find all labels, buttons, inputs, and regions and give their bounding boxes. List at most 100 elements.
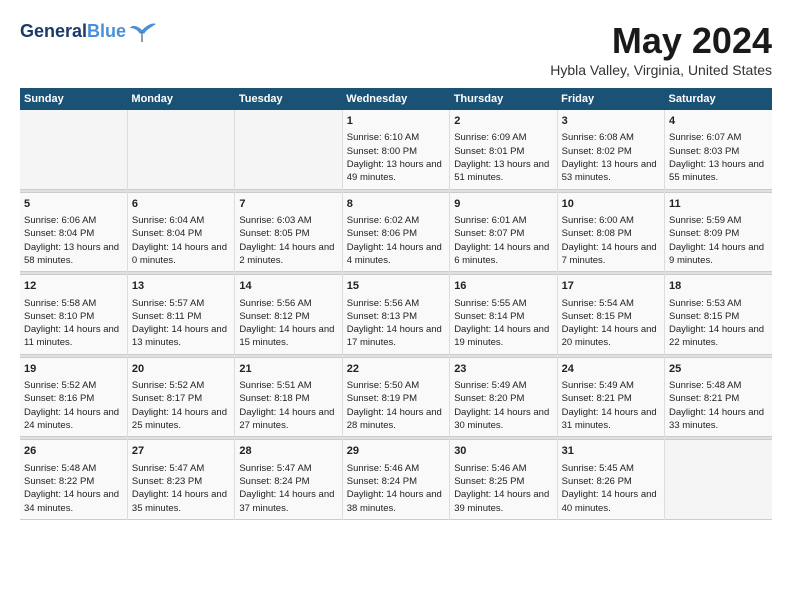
day-number: 27 [132,444,230,459]
day-number: 2 [454,114,552,129]
calendar-cell: 31Sunrise: 5:45 AMSunset: 8:26 PMDayligh… [557,440,664,520]
sunrise-text: Sunrise: 5:52 AM [24,379,123,392]
sunset-text: Sunset: 8:17 PM [132,392,230,405]
day-number: 28 [239,444,337,459]
calendar-cell: 8Sunrise: 6:02 AMSunset: 8:06 PMDaylight… [342,192,449,272]
daylight-text: Daylight: 14 hours and 2 minutes. [239,241,337,268]
sunset-text: Sunset: 8:02 PM [562,145,660,158]
sunrise-text: Sunrise: 5:48 AM [669,379,768,392]
calendar-cell: 2Sunrise: 6:09 AMSunset: 8:01 PMDaylight… [450,110,557,189]
calendar-cell: 3 Sunrise: 6:08 AMSunset: 8:02 PMDaylight… [557,110,664,189]
sunset-text: Sunset: 8:12 PM [239,310,337,323]
sunrise-text: Sunrise: 5:48 AM [24,462,123,475]
sunset-text: Sunset: 8:04 PM [132,227,230,240]
sunset-text: Sunset: 8:05 PM [239,227,337,240]
day-header-friday: Friday [557,88,664,110]
calendar-cell: 30Sunrise: 5:46 AMSunset: 8:25 PMDayligh… [450,440,557,520]
calendar-table: SundayMondayTuesdayWednesdayThursdayFrid… [20,88,772,520]
daylight-text: Daylight: 13 hours and 58 minutes. [24,241,123,268]
day-number: 17 [562,279,660,294]
week-row-3: 12Sunrise: 5:58 AMSunset: 8:10 PMDayligh… [20,275,772,355]
daylight-text: Daylight: 14 hours and 39 minutes. [454,488,552,515]
calendar-cell: 12Sunrise: 5:58 AMSunset: 8:10 PMDayligh… [20,275,127,355]
daylight-text: Daylight: 14 hours and 9 minutes. [669,241,768,268]
daylight-text: Daylight: 13 hours and 53 minutes. [562,158,660,185]
sunrise-text: Sunrise: 6:03 AM [239,214,337,227]
day-number: 26 [24,444,123,459]
calendar-cell: 23Sunrise: 5:49 AMSunset: 8:20 PMDayligh… [450,357,557,437]
calendar-cell [665,440,772,520]
day-number: 9 [454,197,552,212]
day-number: 23 [454,362,552,377]
day-number: 22 [347,362,445,377]
sunset-text: Sunset: 8:07 PM [454,227,552,240]
calendar-cell: 4 Sunrise: 6:07 AMSunset: 8:03 PMDaylight… [665,110,772,189]
sunrise-text: Sunrise: 5:52 AM [132,379,230,392]
sunset-text: Sunset: 8:14 PM [454,310,552,323]
day-header-sunday: Sunday [20,88,127,110]
daylight-text: Daylight: 14 hours and 22 minutes. [669,323,768,350]
day-number: 4 [669,114,768,129]
calendar-cell: 11Sunrise: 5:59 AMSunset: 8:09 PMDayligh… [665,192,772,272]
day-header-tuesday: Tuesday [235,88,342,110]
month-title: May 2024 [550,20,772,62]
day-number: 15 [347,279,445,294]
sunrise-text: Sunrise: 6:06 AM [24,214,123,227]
sunset-text: Sunset: 8:15 PM [669,310,768,323]
calendar-cell: 9Sunrise: 6:01 AMSunset: 8:07 PMDaylight… [450,192,557,272]
daylight-text: Daylight: 14 hours and 27 minutes. [239,406,337,433]
daylight-text: Daylight: 14 hours and 13 minutes. [132,323,230,350]
sunset-text: Sunset: 8:21 PM [669,392,768,405]
days-header-row: SundayMondayTuesdayWednesdayThursdayFrid… [20,88,772,110]
sunrise-text: Sunrise: 5:56 AM [239,297,337,310]
day-number: 31 [562,444,660,459]
week-row-4: 19Sunrise: 5:52 AMSunset: 8:16 PMDayligh… [20,357,772,437]
daylight-text: Daylight: 14 hours and 38 minutes. [347,488,445,515]
day-number: 3 [562,114,660,129]
sunrise-text: Sunrise: 5:59 AM [669,214,768,227]
sunrise-text: Sunrise: 5:58 AM [24,297,123,310]
day-header-monday: Monday [127,88,234,110]
day-number: 25 [669,362,768,377]
day-number: 18 [669,279,768,294]
day-number: 30 [454,444,552,459]
calendar-cell: 25Sunrise: 5:48 AMSunset: 8:21 PMDayligh… [665,357,772,437]
sunrise-text: Sunrise: 5:54 AM [562,297,660,310]
daylight-text: Daylight: 14 hours and 40 minutes. [562,488,660,515]
sunset-text: Sunset: 8:24 PM [347,475,445,488]
day-header-thursday: Thursday [450,88,557,110]
sunset-text: Sunset: 8:21 PM [562,392,660,405]
sunrise-text: Sunrise: 5:46 AM [347,462,445,475]
sunrise-text: Sunrise: 5:49 AM [454,379,552,392]
sunrise-text: Sunrise: 5:56 AM [347,297,445,310]
day-number: 8 [347,197,445,212]
daylight-text: Daylight: 13 hours and 55 minutes. [669,158,768,185]
sunrise-text: Sunrise: 6:08 AM [562,131,660,144]
sunset-text: Sunset: 8:03 PM [669,145,768,158]
day-number: 29 [347,444,445,459]
daylight-text: Daylight: 14 hours and 31 minutes. [562,406,660,433]
week-row-2: 5Sunrise: 6:06 AMSunset: 8:04 PMDaylight… [20,192,772,272]
sunset-text: Sunset: 8:22 PM [24,475,123,488]
daylight-text: Daylight: 14 hours and 37 minutes. [239,488,337,515]
day-number: 21 [239,362,337,377]
sunset-text: Sunset: 8:13 PM [347,310,445,323]
sunrise-text: Sunrise: 5:57 AM [132,297,230,310]
sunset-text: Sunset: 8:25 PM [454,475,552,488]
day-number: 12 [24,279,123,294]
logo: GeneralBlue [20,20,158,44]
sunrise-text: Sunrise: 5:50 AM [347,379,445,392]
calendar-cell [235,110,342,189]
logo-text: GeneralBlue [20,20,158,44]
sunset-text: Sunset: 8:00 PM [347,145,445,158]
calendar-cell: 27Sunrise: 5:47 AMSunset: 8:23 PMDayligh… [127,440,234,520]
day-number: 19 [24,362,123,377]
sunrise-text: Sunrise: 5:49 AM [562,379,660,392]
day-header-saturday: Saturday [665,88,772,110]
sunrise-text: Sunrise: 6:07 AM [669,131,768,144]
sunset-text: Sunset: 8:04 PM [24,227,123,240]
day-number: 11 [669,197,768,212]
day-number: 7 [239,197,337,212]
sunset-text: Sunset: 8:26 PM [562,475,660,488]
week-row-1: 1Sunrise: 6:10 AMSunset: 8:00 PMDaylight… [20,110,772,189]
